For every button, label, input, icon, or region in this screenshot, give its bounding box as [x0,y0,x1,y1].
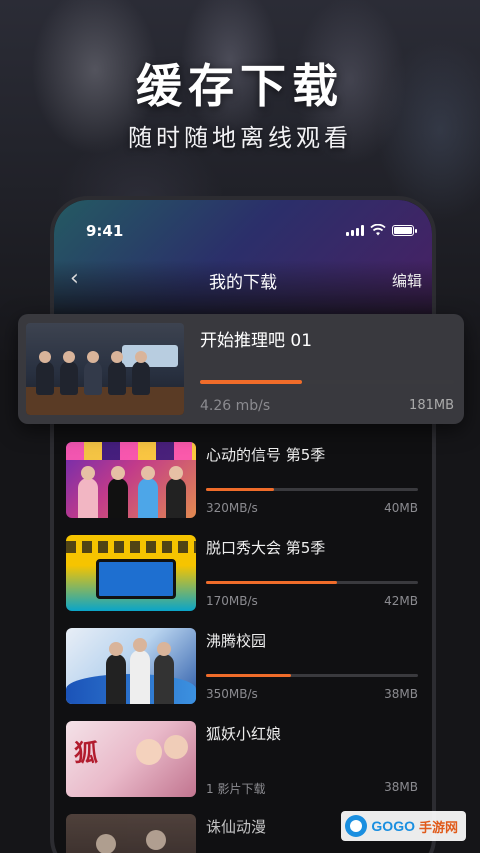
download-size: 38MB [384,780,418,794]
status-icons [346,224,417,236]
download-info: 狐妖小红娘 1 影片下载 38MB [206,721,418,797]
download-item-5[interactable]: 狐 狐妖小红娘 1 影片下载 38MB [66,721,422,797]
download-size: 40MB [384,501,418,515]
download-size: 181MB [409,398,454,413]
thumbnail-xindong [66,442,196,518]
download-speed: 350MB/s [206,687,258,701]
download-info: 心动的信号 第5季 320MB/s 40MB [206,442,418,518]
download-item-3[interactable]: 脱口秀大会 第5季 170MB/s 42MB [66,535,422,611]
progress-bar [206,581,418,584]
watermark-logo: GOGO 手游网 [341,811,466,841]
progress-fill [200,380,302,384]
battery-icon [392,224,417,236]
download-title: 脱口秀大会 第5季 [206,539,326,557]
download-title: 诛仙动漫 [206,818,267,836]
thumbnail-calligraphy: 狐 [74,738,98,767]
page-title: 我的下载 [209,273,277,293]
status-time: 9:41 [86,222,124,240]
download-title: 狐妖小红娘 [206,725,282,743]
download-title: 开始推理吧 01 [200,331,313,351]
download-title: 心动的信号 第5季 [206,446,326,464]
progress-bar [206,488,418,491]
watermark-text: GOGO [371,818,415,834]
download-speed: 320MB/s [206,501,258,515]
download-item-1-highlighted[interactable]: 开始推理吧 01 4.26 mb/s 181MB [18,314,464,424]
download-size: 42MB [384,594,418,608]
watermark-text-2: 手游网 [418,819,458,835]
thumbnail-huyao: 狐 [66,721,196,797]
download-speed: 4.26 mb/s [200,398,271,414]
logo-circle-icon [345,815,368,837]
progress-bar [206,674,418,677]
edit-button[interactable]: 编辑 [392,270,422,291]
hero-subtitle: 随时随地离线观看 [128,124,352,152]
download-item-2[interactable]: 心动的信号 第5季 320MB/s 40MB [66,442,422,518]
download-info: 沸腾校园 350MB/s 38MB [206,628,418,704]
thumbnail-feiteng [66,628,196,704]
download-speed: 170MB/s [206,594,258,608]
progress-fill [206,581,338,584]
thumbnail-zhuxian [66,814,196,853]
thumbnail-tuokouxiu [66,535,196,611]
wifi-icon [370,224,386,236]
hero-title: 缓存下载 [136,59,344,113]
download-title: 沸腾校园 [206,632,267,650]
download-size: 38MB [384,687,418,701]
phone-mockup: 9:41 ‹ 我的下载 编辑 心动的信号 第5季 320MB/s 40MB 脱口… [50,196,436,853]
progress-fill [206,488,274,491]
download-status: 1 影片下载 [206,782,266,796]
thumbnail-kaishituili [26,323,184,415]
download-info: 脱口秀大会 第5季 170MB/s 42MB [206,535,418,611]
download-item-4[interactable]: 沸腾校园 350MB/s 38MB [66,628,422,704]
progress-bar [200,380,454,384]
progress-fill [206,674,291,677]
header-gradient [54,200,432,330]
signal-icon [346,224,364,236]
download-info: 开始推理吧 01 4.26 mb/s 181MB [200,326,454,418]
